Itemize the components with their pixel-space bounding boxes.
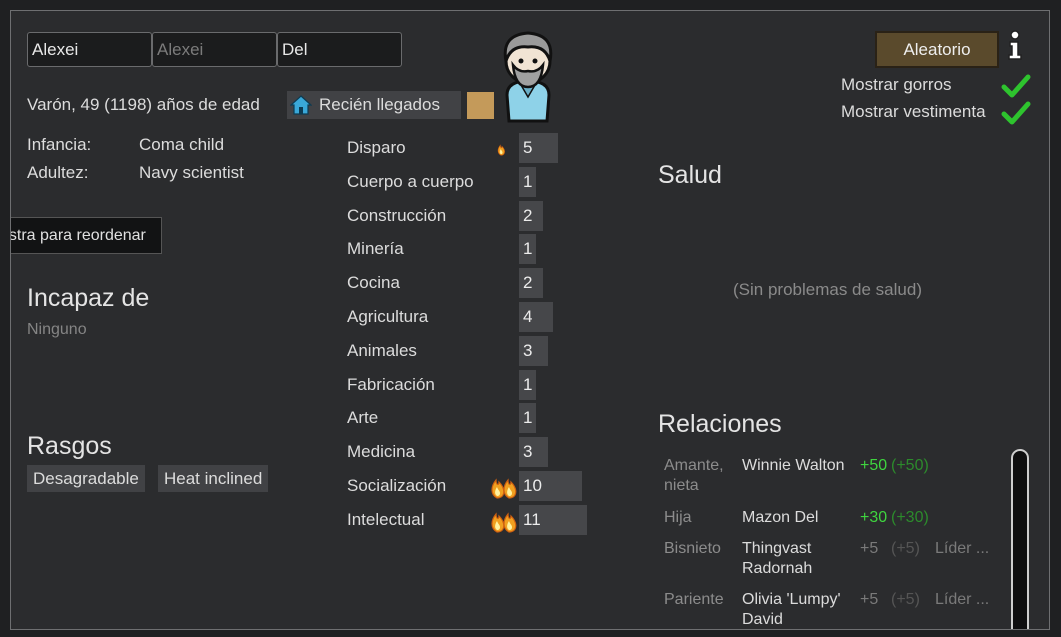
trait-chip[interactable]: Desagradable [27,465,145,492]
home-icon [290,95,312,115]
relation-type: Pariente [664,591,724,608]
relations-scrollbar[interactable] [1011,449,1029,629]
relation-opinion-other: (+50) [891,457,929,474]
childhood-label: Infancia: [27,135,92,154]
traits-title: Rasgos [27,432,112,460]
skill-name: Animales [347,341,417,360]
incapable-value: Ninguno [27,321,87,338]
relation-opinion: +5 [860,540,879,557]
relation-role: Líder ... [935,540,990,557]
relation-name: Mazon Del [742,509,819,526]
skill-name: Minería [347,239,404,258]
skill-level-bar[interactable]: 3 [519,437,548,467]
major-passion-flame-icon [491,478,517,499]
skill-level-bar[interactable]: 2 [519,268,543,298]
relation-role: Líder ... [935,591,990,608]
skill-level-bar[interactable]: 5 [519,133,558,163]
incapable-title: Incapaz de [27,284,150,312]
favorite-color-swatch[interactable] [467,92,494,119]
health-status: (Sin problemas de salud) [733,280,922,299]
skill-name: Arte [347,408,379,427]
faction-button[interactable]: Recién llegados [287,91,461,119]
character-editor-panel: Alexei Alexei Del Aleatorio Mostrar gorr… [10,10,1050,630]
skill-name: Cuerpo a cuerpo [347,172,474,191]
skill-level-bar[interactable]: 10 [519,471,582,501]
age-gender-summary: Varón, 49 (1198) años de edad [27,95,260,114]
relation-opinion-other: (+30) [891,509,929,526]
skill-level-bar[interactable]: 11 [519,505,587,535]
show-hats-checkbox-check-icon[interactable] [1001,73,1031,99]
reorder-tooltip: astra para reordenar [11,217,162,254]
minor-passion-flame-icon [497,144,505,156]
relation-type: Amante, nieta [664,457,724,494]
skill-name: Cocina [347,273,400,292]
show-clothes-checkbox-check-icon[interactable] [1001,100,1031,126]
relation-name: Olivia 'Lumpy' David [742,591,841,628]
adulthood-backstory[interactable]: Navy scientist [139,163,244,183]
skill-level-bar[interactable]: 3 [519,336,548,366]
relation-opinion-other: (+5) [891,591,920,608]
nickname-input[interactable]: Alexei [152,32,277,67]
skill-name: Agricultura [347,307,429,326]
skill-level-bar[interactable]: 4 [519,302,553,332]
skill-level-bar[interactable]: 1 [519,403,536,433]
major-passion-flame-icon [491,512,517,533]
childhood-backstory[interactable]: Coma child [139,135,224,155]
skill-level-bar[interactable]: 1 [519,167,536,197]
skill-name: Intelectual [347,510,425,529]
show-clothes-label: Mostrar vestimenta [841,102,986,121]
relation-opinion: +30 [860,509,888,526]
pawn-portrait [503,31,553,123]
relations-title: Relaciones [658,410,782,438]
last-name-input[interactable]: Del [277,32,402,67]
relation-opinion: +50 [860,457,888,474]
faction-label: Recién llegados [319,95,440,114]
show-hats-label: Mostrar gorros [841,75,952,94]
skill-level-bar[interactable]: 1 [519,234,536,264]
relation-type: Hija [664,509,692,526]
relation-type: Bisnieto [664,540,721,557]
relation-name: Thingvast Radornah [742,540,813,577]
skill-level-bar[interactable]: 1 [519,370,536,400]
skill-name: Construcción [347,206,447,225]
relation-opinion: +5 [860,591,879,608]
skill-name: Medicina [347,442,416,461]
first-name-input[interactable]: Alexei [27,32,152,67]
random-button[interactable]: Aleatorio [875,31,999,68]
skill-level-bar[interactable]: 2 [519,201,543,231]
adulthood-label: Adultez: [27,163,89,182]
relation-opinion-other: (+5) [891,540,920,557]
info-icon[interactable] [1006,30,1024,60]
trait-chip[interactable]: Heat inclined [158,465,269,492]
skill-name: Disparo [347,138,406,157]
skill-name: Fabricación [347,375,435,394]
relation-name: Winnie Walton [742,457,845,474]
skill-name: Socialización [347,476,447,495]
health-title: Salud [658,161,722,189]
